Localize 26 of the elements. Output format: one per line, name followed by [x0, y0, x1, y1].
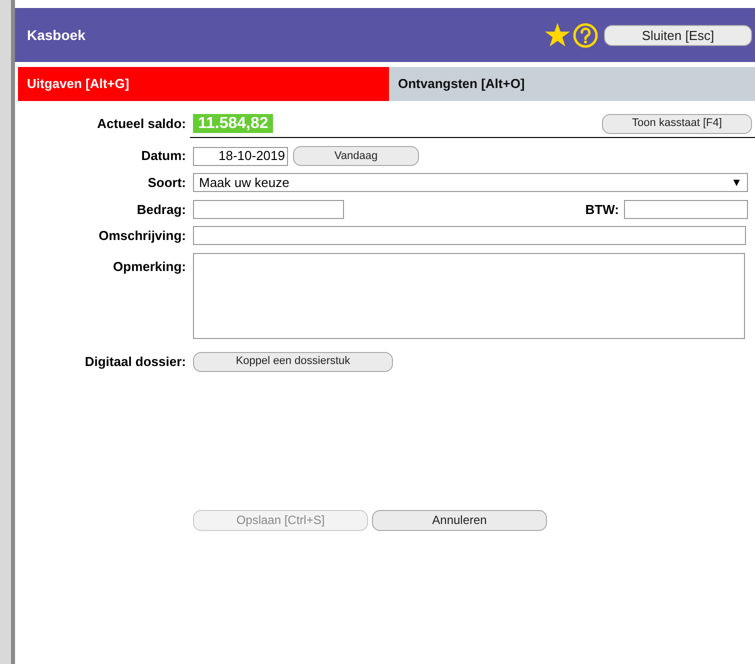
tab[interactable]: Uitgaven [Alt+G] [18, 67, 389, 101]
show-cash-statement-button[interactable]: Toon kasstaat [F4] [602, 114, 752, 134]
amount-field[interactable] [193, 200, 344, 219]
close-button[interactable]: Sluiten [Esc] [604, 24, 752, 46]
field-label: Soort: [146, 174, 187, 192]
link-document-button[interactable]: Koppel een dossierstuk [193, 352, 393, 372]
star-icon[interactable] [545, 23, 570, 47]
help-icon[interactable] [573, 22, 598, 48]
window-title: Kasboek [27, 26, 86, 44]
field-label: Actueel saldo: [96, 114, 187, 133]
field-label: Bedrag: [136, 200, 187, 219]
field-label: Digitaal dossier: [84, 352, 187, 371]
field-label: Opmerking: [112, 258, 187, 276]
vat-field[interactable] [624, 200, 748, 219]
description-field[interactable] [193, 226, 746, 246]
category-dropdown[interactable]: Maak uw keuze ▼ [193, 173, 748, 192]
field-label: Datum: [140, 147, 187, 166]
field-label: Omschrijving: [98, 227, 187, 245]
cancel-button[interactable]: Annuleren [372, 510, 547, 530]
remark-field[interactable] [193, 252, 745, 338]
field-label: BTW: [585, 200, 619, 218]
tab[interactable]: Ontvangsten [Alt+O] [389, 67, 755, 101]
balance-value: 11.584,82 [193, 114, 274, 133]
dropdown-arrow-icon: ▼ [731, 174, 742, 191]
today-button[interactable]: Vandaag [293, 146, 419, 166]
date-field[interactable]: 18-10-2019 [193, 146, 288, 166]
